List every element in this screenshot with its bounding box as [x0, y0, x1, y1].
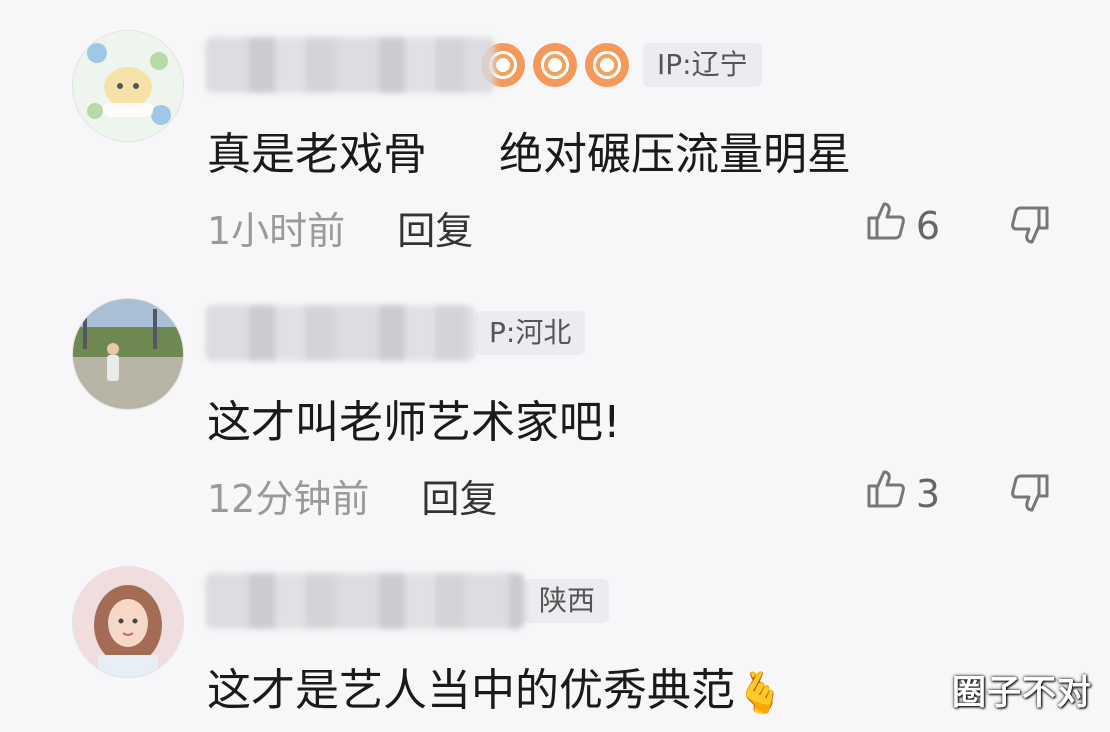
dislike-button[interactable]	[1010, 472, 1050, 518]
reply-button[interactable]: 回复	[397, 209, 473, 253]
finger-heart-emoji-icon: 🫰	[735, 670, 785, 717]
like-count: 3	[915, 471, 940, 516]
comment-meta: 12分钟前 回复	[207, 468, 497, 523]
thumb-up-icon	[866, 200, 906, 251]
user-name-row: 陕西	[205, 571, 610, 631]
comment-time: 12分钟前	[207, 477, 370, 521]
avatar[interactable]	[72, 298, 184, 410]
comment-text-body: 这才是艺人当中的优秀典范	[207, 665, 735, 716]
comment-meta: 1小时前 回复	[207, 200, 473, 255]
medal-icon	[585, 43, 629, 87]
thumb-down-icon	[1010, 474, 1050, 518]
user-name-row: P:河北	[205, 303, 586, 363]
thumb-up-icon	[866, 468, 906, 519]
like-count: 6	[915, 203, 940, 248]
ip-location-badge: P:河北	[475, 311, 586, 355]
comment-text: 这才是艺人当中的优秀典范🫰	[207, 654, 785, 718]
username-blurred[interactable]	[205, 573, 525, 629]
username-blurred[interactable]	[205, 37, 495, 93]
like-button[interactable]: 6	[866, 200, 940, 251]
like-button[interactable]: 3	[866, 468, 940, 519]
comment-text: 真是老戏骨 绝对碾压流量明星	[207, 129, 851, 180]
thumb-down-icon	[1010, 206, 1050, 250]
username-blurred[interactable]	[205, 305, 475, 361]
medal-icon	[533, 43, 577, 87]
medal-group	[481, 43, 629, 87]
comment-time: 1小时前	[207, 209, 346, 253]
user-name-row: IP:辽宁	[205, 35, 762, 95]
ip-location-badge: 陕西	[525, 579, 610, 623]
ip-location-badge: IP:辽宁	[643, 43, 762, 87]
reply-button[interactable]: 回复	[421, 477, 497, 521]
watermark: 圈子不对	[952, 673, 1092, 713]
avatar[interactable]	[72, 566, 184, 678]
comment-text: 这才叫老师艺术家吧!	[207, 397, 621, 448]
avatar[interactable]	[72, 30, 184, 142]
dislike-button[interactable]	[1010, 204, 1050, 250]
